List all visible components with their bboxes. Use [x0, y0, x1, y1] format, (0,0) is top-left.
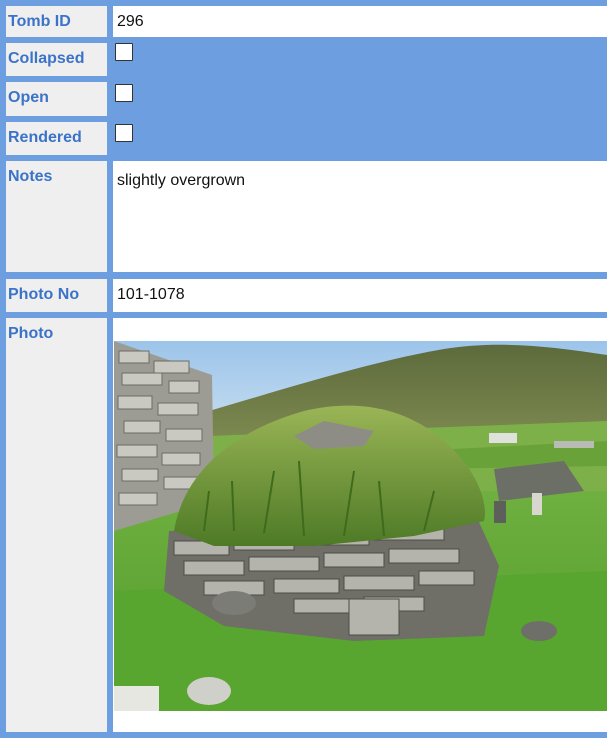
record-form: Tomb ID 296 Collapsed Open Rendered Note… — [0, 0, 607, 738]
tomb-photo-image — [114, 341, 607, 711]
tomb-id-value: 296 — [113, 6, 607, 37]
tomb-id-label: Tomb ID — [6, 6, 107, 37]
open-label: Open — [6, 82, 107, 116]
tomb-photo — [114, 341, 607, 711]
photo-no-label: Photo No — [6, 279, 107, 312]
photo-label: Photo — [6, 318, 107, 732]
notes-label: Notes — [6, 161, 107, 272]
photo-no-value: 101-1078 — [113, 279, 607, 312]
notes-value: slightly overgrown — [113, 161, 607, 272]
open-field — [113, 82, 607, 116]
collapsed-field — [113, 43, 607, 76]
collapsed-checkbox[interactable] — [115, 43, 133, 61]
rendered-field — [113, 122, 607, 155]
rendered-checkbox[interactable] — [115, 124, 133, 142]
rendered-label: Rendered — [6, 122, 107, 155]
collapsed-label: Collapsed — [6, 43, 107, 76]
open-checkbox[interactable] — [115, 84, 133, 102]
